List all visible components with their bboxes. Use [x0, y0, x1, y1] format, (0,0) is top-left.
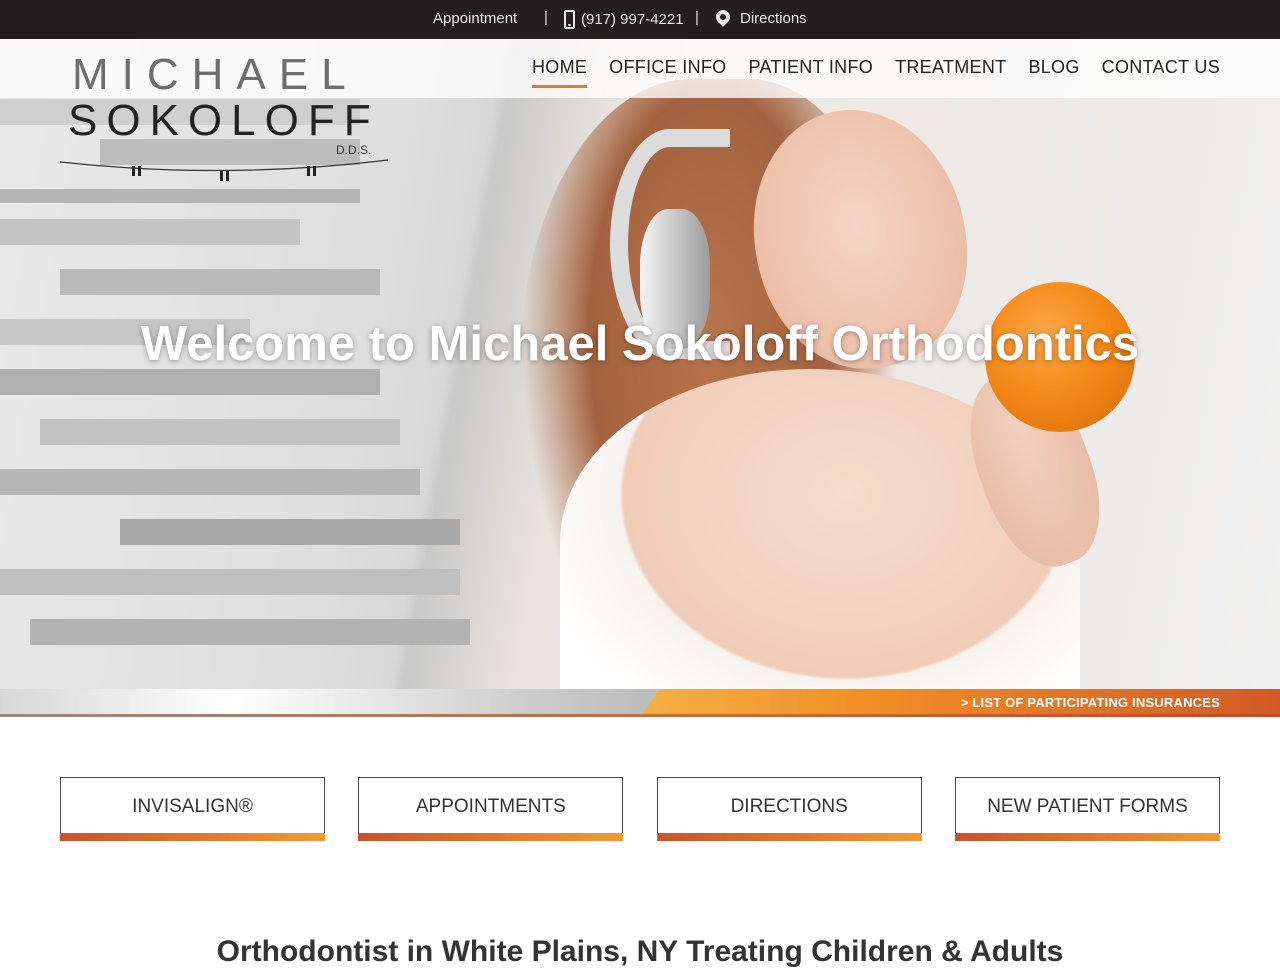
map-pin-icon — [713, 6, 733, 27]
topbar-separator: | — [695, 9, 699, 26]
nav-item-patient-info[interactable]: PATIENT INFO — [748, 57, 873, 88]
nav-item-office-info[interactable]: OFFICE INFO — [609, 57, 726, 88]
topbar-separator: | — [544, 9, 548, 26]
logo-line-2: SOKOLOFF — [68, 96, 380, 145]
phone-icon — [564, 10, 575, 29]
braces-wire-icon — [60, 159, 389, 181]
section-heading: Orthodontist in White Plains, NY Treatin… — [216, 935, 1064, 968]
appointments-button-label: APPOINTMENTS — [415, 795, 566, 817]
insurance-stripe: > LIST OF PARTICIPATING INSURANCES — [0, 689, 1280, 717]
insurances-link[interactable]: > LIST OF PARTICIPATING INSURANCES — [961, 695, 1220, 710]
logo-line-1: MICHAEL — [72, 50, 359, 99]
stripe-divider — [0, 714, 1280, 717]
appointment-link-label: Appointment — [433, 10, 518, 27]
directions-button-label: DIRECTIONS — [730, 795, 848, 817]
nav-item-treatment[interactable]: TREATMENT — [895, 57, 1006, 88]
site-logo[interactable]: MICHAEL SOKOLOFF D.D.S. — [60, 50, 390, 185]
top-utility-bar: Appointment | (917) 997-4221 | Direction… — [0, 0, 1280, 39]
hero-title: Welcome to Michael Sokoloff Orthodontics — [140, 317, 1140, 371]
directions-button[interactable]: DIRECTIONS — [656, 777, 922, 841]
directions-label: Directions — [740, 10, 807, 27]
invisalign-button[interactable]: INVISALIGN® — [60, 777, 325, 841]
phone-number: (917) 997-4221 — [581, 11, 684, 28]
directions-link[interactable]: Directions — [713, 6, 807, 27]
appointments-button[interactable]: APPOINTMENTS — [358, 777, 624, 841]
new-patient-forms-button[interactable]: NEW PATIENT FORMS — [954, 777, 1220, 841]
appointment-link[interactable]: Appointment — [433, 10, 517, 27]
wood-texture-background — [0, 99, 470, 689]
nav-item-contact-us[interactable]: CONTACT US — [1102, 57, 1220, 88]
main-navigation: HOME OFFICE INFO PATIENT INFO TREATMENT … — [531, 57, 1220, 88]
nav-item-blog[interactable]: BLOG — [1028, 57, 1079, 88]
quick-links-row: INVISALIGN® APPOINTMENTS DIRECTIONS NEW … — [60, 777, 1220, 841]
new-patient-forms-button-label: NEW PATIENT FORMS — [987, 795, 1188, 817]
nav-item-home[interactable]: HOME — [531, 57, 588, 88]
invisalign-button-label: INVISALIGN® — [132, 795, 253, 817]
phone-link[interactable]: (917) 997-4221 — [564, 10, 684, 29]
